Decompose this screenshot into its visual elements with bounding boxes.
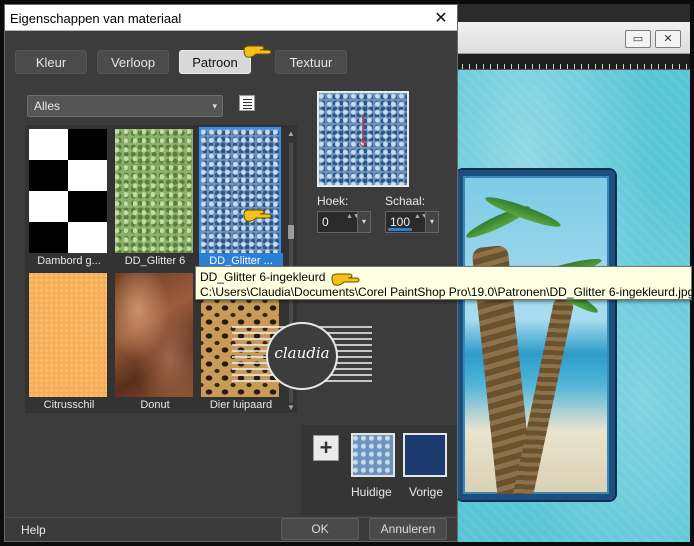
spin-arrows-icon[interactable]: ▲▼ [414,212,428,232]
close-window-button[interactable]: ✕ [655,30,681,48]
tab-gradient[interactable]: Verloop [97,50,169,74]
scroll-up-icon[interactable]: ▲ [285,129,297,139]
add-swatch-button[interactable]: + [313,435,339,461]
spin-arrows-icon[interactable]: ▲▼ [346,212,360,232]
citrus-peel-pattern-swatch [29,273,107,397]
previous-swatch-label: Vorige [409,485,444,499]
tooltip-pattern-path: C:\Users\Claudia\Documents\Corel PaintSh… [200,285,694,299]
watermark-logo: claudia [232,322,372,390]
current-swatch-label: Huidige [351,485,392,499]
pointing-hand-icon [243,209,272,222]
blue-glitter-pattern-swatch [199,127,281,255]
chevron-down-icon[interactable]: ▾ [357,212,370,232]
pattern-tile-donut[interactable]: Donut [115,273,193,411]
scroll-down-icon[interactable]: ▼ [285,403,297,413]
checkerboard-pattern-swatch [29,129,107,253]
tab-color[interactable]: Kleur [15,50,87,74]
tooltip-pattern-name: DD_Glitter 6-ingekleurd [200,270,326,284]
restore-window-button[interactable]: ▭ [625,30,651,48]
scale-spinbox[interactable]: 100 ▲▼ ▾ [385,211,439,233]
current-swatch[interactable] [351,433,395,477]
horizontal-ruler [455,54,690,70]
pattern-label: DD_Glitter 6 [124,255,186,267]
dialog-title: Eigenschappen van materiaal [10,11,182,26]
angle-spinbox[interactable]: 0 ▲▼ ▾ [317,211,371,233]
angle-label: Hoek: [317,194,349,208]
watermark-text: claudia [274,344,330,362]
scale-label: Schaal: [385,194,426,208]
pointing-hand-icon [331,273,360,286]
ok-button[interactable]: OK [281,518,359,540]
angle-value: 0 [322,215,329,229]
pattern-label: Dambord g... [37,255,101,267]
pattern-preview[interactable] [317,91,409,187]
pattern-label: Dier luipaard [209,399,273,411]
chevron-down-icon[interactable]: ▾ [425,212,438,232]
scroll-thumb[interactable] [288,225,294,239]
pattern-label: Citrusschil [43,399,95,411]
dialog-titlebar: Eigenschappen van materiaal ✕ [5,5,457,31]
scale-slider-indicator [388,228,412,231]
close-icon[interactable]: ✕ [429,7,453,29]
tab-pattern[interactable]: Patroon [179,50,251,74]
scale-value: 100 [390,215,411,229]
pattern-tile-blue-glitter[interactable]: DD_Glitter ... [199,127,283,269]
pattern-tile-green-glitter[interactable]: DD_Glitter 6 [115,129,193,267]
image-canvas[interactable] [455,70,690,542]
cancel-button[interactable]: Annuleren [369,518,447,540]
category-dropdown[interactable]: Alles ▾ [27,95,223,117]
category-dropdown-value: Alles [34,99,61,113]
chevron-down-icon: ▾ [212,101,217,111]
angle-indicator-icon [359,115,367,147]
pattern-tooltip: DD_Glitter 6-ingekleurd C:\Users\Claudia… [195,266,694,300]
previous-swatch[interactable] [403,433,447,477]
pattern-tile-checkerboard[interactable]: Dambord g... [29,129,107,267]
pointing-hand-icon [243,45,272,58]
beach-photo-frame [457,170,615,500]
pattern-label: Donut [140,399,170,411]
green-glitter-pattern-swatch [115,129,193,253]
tab-texture[interactable]: Textuur [275,50,347,74]
pattern-tile-citrus-peel[interactable]: Citrusschil [29,273,107,411]
help-link[interactable]: Help [21,523,46,537]
background-window-titlebar: ▭ ✕ [455,22,690,54]
donut-pattern-swatch [115,273,193,397]
list-view-icon[interactable] [239,95,255,111]
